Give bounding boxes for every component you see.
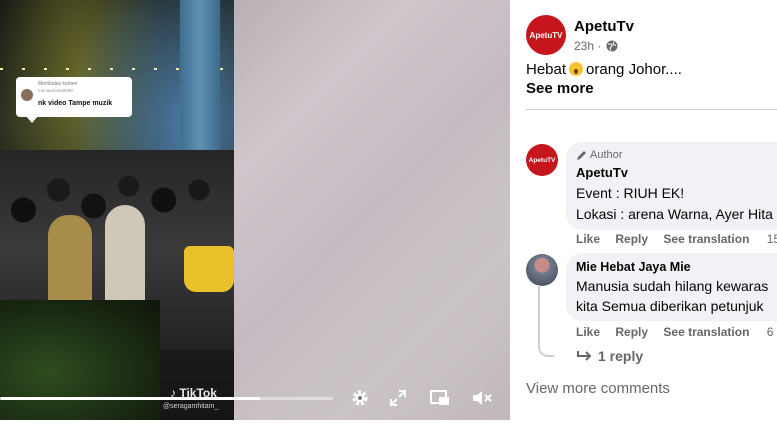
post-text: Hebat orang Johor.... — [526, 61, 682, 78]
tiktok-reply-caption: Membalas komen menaeminta9990 nk video T… — [16, 77, 132, 123]
comment-avatar[interactable]: ApetuTV — [526, 144, 558, 176]
globe-icon — [606, 40, 618, 52]
reply-arrow-icon — [577, 351, 592, 361]
view-replies-link[interactable]: 1 reply — [576, 348, 643, 364]
author-badge: Author — [576, 149, 622, 161]
like-button[interactable]: Like — [576, 232, 600, 246]
comment-time[interactable]: 6 h — [767, 325, 777, 339]
video-player[interactable]: Membalas komen menaeminta9990 nk video T… — [0, 0, 510, 420]
video-progress-fill — [0, 397, 260, 400]
comment-line: Lokasi : arena Warna, Ayer Hita — [576, 206, 773, 222]
comment-actions: Like Reply See translation 6 h — [576, 325, 777, 339]
post-time[interactable]: 23h · — [574, 39, 601, 53]
reply-button[interactable]: Reply — [615, 325, 648, 339]
see-translation-button[interactable]: See translation — [663, 325, 749, 339]
volume-muted-icon[interactable] — [470, 386, 494, 410]
comment-actions: Like Reply See translation 15 — [576, 232, 777, 246]
comment-author[interactable]: Mie Hebat Jaya Mie — [576, 260, 691, 274]
foreground-plants — [0, 300, 160, 420]
settings-icon[interactable] — [348, 386, 372, 410]
picture-in-picture-icon[interactable] — [428, 386, 452, 410]
caption-avatar — [21, 89, 33, 101]
reply-button[interactable]: Reply — [615, 232, 648, 246]
page-name[interactable]: ApetuTv — [574, 18, 634, 35]
caption-line-2: menaeminta9990 — [38, 88, 73, 93]
caption-line-1: Membalas komen — [38, 81, 78, 87]
pencil-icon — [577, 150, 586, 160]
video-frame-left — [0, 0, 234, 420]
caption-line-3: nk video Tampe muzik — [38, 100, 113, 107]
like-button[interactable]: Like — [576, 325, 600, 339]
commenter-avatar[interactable] — [526, 254, 558, 286]
comment-line: Manusia sudah hilang kewaras — [576, 278, 769, 294]
person-yellow-cap — [184, 246, 234, 292]
video-progress-bar[interactable] — [0, 397, 333, 400]
see-more-link[interactable]: See more — [526, 80, 594, 97]
comment-time[interactable]: 15 — [767, 232, 777, 246]
view-more-comments-link[interactable]: View more comments — [526, 380, 670, 397]
video-blurred-pillarbox — [234, 0, 510, 420]
see-translation-button[interactable]: See translation — [663, 232, 749, 246]
page-avatar[interactable]: ApetuTV — [526, 15, 566, 55]
comment-line: Event : RIUH EK! — [576, 185, 685, 201]
post-panel: ApetuTV ApetuTv 23h · Hebat orang Johor..… — [510, 0, 777, 437]
expand-icon[interactable] — [386, 386, 410, 410]
astonished-emoji-icon — [569, 62, 584, 76]
thread-line — [538, 285, 554, 357]
comment-line: kita Semua diberikan petunjuk — [576, 298, 764, 314]
tiktok-username: @seragamhitam_ — [163, 403, 219, 410]
bottom-strip — [0, 420, 510, 437]
comment-author[interactable]: ApetuTv — [576, 165, 628, 180]
divider — [526, 109, 777, 110]
